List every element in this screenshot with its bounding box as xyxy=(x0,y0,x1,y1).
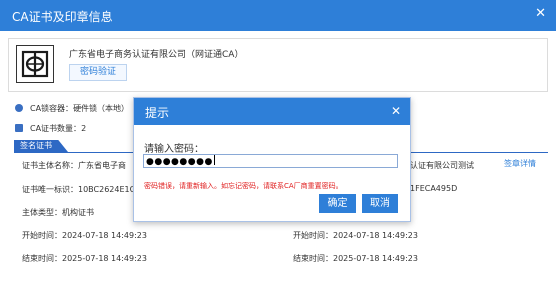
cert-uid-row: 证书唯一标识：10BC2624E1C5 xyxy=(22,184,140,195)
start-time-row: 开始时间：2024-07-18 14:49:23 xyxy=(22,230,147,241)
lock-container-icon xyxy=(15,104,23,112)
dialog-close-icon[interactable]: ✕ xyxy=(391,104,401,118)
cert-uid-right: 1FECA495D xyxy=(410,184,457,193)
window-close-icon[interactable]: ✕ xyxy=(535,6,546,21)
subject-name-value: 广东省电子商 xyxy=(78,161,126,170)
password-verify-button[interactable]: 密码验证 xyxy=(69,64,127,81)
start-time-value: 2024-07-18 14:49:23 xyxy=(62,231,147,240)
subject-name-label: 证书主体名称： xyxy=(22,161,78,170)
end-time-row: 结束时间：2025-07-18 14:49:23 xyxy=(22,253,147,264)
cert-count-info: CA证书数量：2 xyxy=(15,123,86,134)
cert-count-label: CA证书数量： xyxy=(30,124,82,133)
window-title: CA证书及印章信息 xyxy=(12,10,113,24)
cert-uid-value: 10BC2624E1C5 xyxy=(78,185,141,194)
container-label: CA锁容器： xyxy=(30,104,74,113)
password-input[interactable]: ●●●●●●●● xyxy=(143,154,398,168)
sign-detail-link[interactable]: 签章详情 xyxy=(504,158,536,169)
cert-uid-label: 证书唯一标识： xyxy=(22,185,78,194)
password-error-message: 密码错误，请重新输入。如忘记密码，请联系CA厂商重置密码。 xyxy=(144,182,343,190)
text-caret xyxy=(213,155,215,165)
password-dialog: 提示 ✕ 请输入密码： ●●●●●●●● 密码错误，请重新输入。如忘记密码，请联… xyxy=(133,97,411,222)
subject-name-value-right: 认证有限公司测试 xyxy=(410,161,474,170)
netca-logo-icon xyxy=(16,45,54,83)
container-info: CA锁容器：硬件锁（本地） xyxy=(15,103,129,114)
end-time-value-right: 2025-07-18 14:49:23 xyxy=(333,254,418,263)
start-time-row-right: 开始时间：2024-07-18 14:49:23 xyxy=(293,230,418,241)
container-value: 硬件锁（本地） xyxy=(73,104,130,113)
subject-type-label: 主体类型： xyxy=(22,208,62,217)
issuer-name: 广东省电子商务认证有限公司（网证通CA） xyxy=(69,50,244,60)
end-time-row-right: 结束时间：2025-07-18 14:49:23 xyxy=(293,253,418,264)
subject-name-row: 证书主体名称：广东省电子商 xyxy=(22,160,126,171)
tab-signing-certificate[interactable]: 签名证书 xyxy=(14,140,68,152)
start-time-label: 开始时间： xyxy=(22,231,62,240)
subject-type-value: 机构证书 xyxy=(62,208,94,217)
window-title-bar: CA证书及印章信息 ✕ xyxy=(0,0,556,31)
cancel-button[interactable]: 取消 xyxy=(362,194,398,213)
subject-name-right: 认证有限公司测试 xyxy=(410,160,474,171)
subject-type-row: 主体类型：机构证书 xyxy=(22,207,94,218)
end-time-value: 2025-07-18 14:49:23 xyxy=(62,254,147,263)
password-prompt: 请输入密码： xyxy=(144,144,204,155)
password-mask: ●●●●●●●● xyxy=(146,157,213,167)
certificate-stack-icon xyxy=(15,124,23,132)
confirm-button[interactable]: 确定 xyxy=(319,194,356,213)
dialog-title-bar: 提示 ✕ xyxy=(134,98,410,125)
cert-uid-value-right: 1FECA495D xyxy=(410,184,458,193)
cert-count-value: 2 xyxy=(81,124,87,133)
end-time-label-right: 结束时间： xyxy=(293,254,333,263)
issuer-panel: 广东省电子商务认证有限公司（网证通CA） 密码验证 xyxy=(8,38,548,92)
end-time-label: 结束时间： xyxy=(22,254,62,263)
start-time-value-right: 2024-07-18 14:49:23 xyxy=(333,231,418,240)
start-time-label-right: 开始时间： xyxy=(293,231,333,240)
dialog-title: 提示 xyxy=(145,106,170,120)
